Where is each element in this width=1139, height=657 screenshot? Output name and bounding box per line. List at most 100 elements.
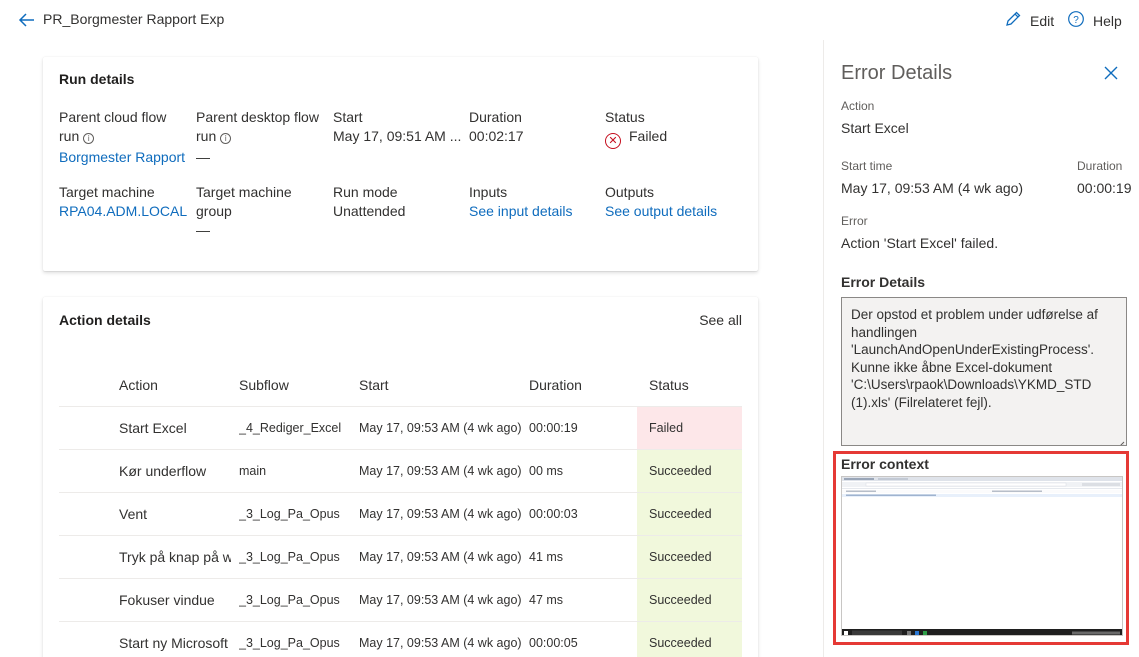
parent-desktop-flow-value: —	[196, 149, 210, 165]
table-row[interactable]: Tryk på knap på w _3_Log_Pa_Opus May 17,…	[59, 535, 742, 578]
error-details-panel: Error Details Action Start Excel Start t…	[823, 40, 1139, 657]
status-value: Failed	[629, 128, 668, 144]
action-cell: Fokuser vindue	[119, 592, 215, 608]
edit-button[interactable]: Edit	[1004, 10, 1054, 31]
duration-cell: 00:00:19	[529, 421, 578, 435]
table-row[interactable]: Start ny Microsoft _3_Log_Pa_Opus May 17…	[59, 621, 742, 657]
action-cell: Start ny Microsoft	[119, 635, 228, 651]
action-cell: Tryk på knap på w	[119, 549, 231, 565]
table-row[interactable]: Fokuser vindue _3_Log_Pa_Opus May 17, 09…	[59, 578, 742, 621]
target-machine-group-label: Target machine group	[196, 184, 292, 219]
subflow-cell: _3_Log_Pa_Opus	[239, 593, 340, 607]
help-button[interactable]: ? Help	[1067, 10, 1122, 31]
back-arrow-icon[interactable]	[17, 10, 37, 30]
start-cell: May 17, 09:53 AM (4 wk ago)	[359, 593, 522, 607]
target-machine-field: Target machine RPA04.ADM.LOCAL	[59, 183, 194, 221]
run-mode-field: Run mode Unattended	[333, 183, 468, 221]
parent-cloud-flow-label: Parent cloud flow run	[59, 109, 167, 144]
subflow-cell: _3_Log_Pa_Opus	[239, 636, 340, 650]
start-time-label: Start time	[841, 159, 893, 173]
status-badge: Succeeded	[637, 622, 742, 657]
error-value: Action 'Start Excel' failed.	[841, 235, 999, 251]
start-time-value: May 17, 09:53 AM (4 wk ago)	[841, 180, 1024, 196]
close-icon[interactable]	[1104, 66, 1118, 80]
start-cell: May 17, 09:53 AM (4 wk ago)	[359, 464, 522, 478]
parent-cloud-flow-link[interactable]: Borgmester Rapport	[59, 148, 189, 167]
duration-label: Duration	[469, 109, 522, 125]
action-cell: Vent	[119, 506, 148, 522]
panel-title: Error Details	[841, 62, 953, 84]
start-cell: May 17, 09:53 AM (4 wk ago)	[359, 636, 522, 650]
outputs-label: Outputs	[605, 184, 655, 200]
target-machine-group-field: Target machine group —	[196, 183, 306, 240]
subflow-cell: _3_Log_Pa_Opus	[239, 550, 340, 564]
table-row[interactable]: Vent _3_Log_Pa_Opus May 17, 09:53 AM (4 …	[59, 492, 742, 535]
start-field: Start May 17, 09:51 AM ...	[333, 108, 468, 146]
help-icon: ?	[1067, 10, 1085, 31]
status-badge: Failed	[637, 407, 742, 449]
svg-text:?: ?	[1073, 15, 1079, 26]
status-badge: Succeeded	[637, 536, 742, 578]
duration-cell: 47 ms	[529, 593, 564, 607]
target-machine-label: Target machine	[59, 184, 155, 200]
failed-status-icon: ✕	[605, 133, 621, 149]
run-mode-value: Unattended	[333, 203, 406, 219]
run-details-card: Run details Parent cloud flow run i Borgm…	[43, 57, 758, 271]
duration-value: 00:00:19	[1077, 180, 1132, 196]
info-icon[interactable]: i	[220, 133, 232, 144]
target-machine-group-value: —	[196, 222, 210, 238]
column-header-action[interactable]: Action	[119, 377, 158, 393]
start-label: Start	[333, 109, 363, 125]
action-details-title: Action details	[59, 312, 151, 328]
top-bar: PR_Borgmester Rapport Exp Edit ? Help	[0, 0, 1139, 40]
table-row[interactable]: Start Excel _4_Rediger_Excel May 17, 09:…	[59, 406, 742, 449]
table-row[interactable]: Kør underflow main May 17, 09:53 AM (4 w…	[59, 449, 742, 492]
start-cell: May 17, 09:53 AM (4 wk ago)	[359, 421, 522, 435]
action-label: Action	[841, 99, 875, 113]
error-details-heading: Error Details	[841, 274, 926, 290]
inputs-label: Inputs	[469, 184, 508, 200]
error-details-textarea[interactable]: Der opstod et problem under udførelse af…	[841, 297, 1127, 446]
status-badge: Succeeded	[637, 579, 742, 621]
see-output-details-link[interactable]: See output details	[605, 202, 740, 221]
help-label: Help	[1093, 12, 1122, 29]
target-machine-link[interactable]: RPA04.ADM.LOCAL	[59, 202, 194, 221]
parent-desktop-flow-label: Parent desktop flow run	[196, 109, 319, 144]
column-header-status[interactable]: Status	[649, 377, 689, 393]
error-context-highlight: Error context	[833, 451, 1129, 645]
info-icon[interactable]: i	[83, 133, 95, 144]
see-input-details-link[interactable]: See input details	[469, 202, 604, 221]
outputs-field: Outputs See output details	[605, 183, 740, 221]
edit-label: Edit	[1030, 12, 1055, 29]
pencil-icon	[1004, 10, 1022, 31]
action-cell: Start Excel	[119, 420, 187, 436]
run-details-title: Run details	[59, 71, 135, 87]
subflow-cell: _3_Log_Pa_Opus	[239, 507, 340, 521]
start-cell: May 17, 09:53 AM (4 wk ago)	[359, 507, 522, 521]
start-cell: May 17, 09:53 AM (4 wk ago)	[359, 550, 522, 564]
error-context-heading: Error context	[841, 456, 929, 472]
duration-cell: 41 ms	[529, 550, 564, 564]
status-badge: Succeeded	[637, 493, 742, 535]
inputs-field: Inputs See input details	[469, 183, 604, 221]
status-label: Status	[605, 109, 645, 125]
resize-handle-icon[interactable]	[1117, 436, 1125, 445]
parent-desktop-flow-field: Parent desktop flow run i —	[196, 108, 328, 167]
parent-cloud-flow-field: Parent cloud flow run i Borgmester Rappor…	[59, 108, 189, 167]
action-details-card: Action details See all Action Subflow St…	[43, 297, 758, 657]
column-header-start[interactable]: Start	[359, 377, 389, 393]
error-context-screenshot[interactable]	[841, 476, 1123, 636]
page-title: PR_Borgmester Rapport Exp	[43, 11, 225, 27]
column-header-duration[interactable]: Duration	[529, 377, 582, 393]
start-value: May 17, 09:51 AM ...	[333, 128, 462, 144]
duration-field: Duration 00:02:17	[469, 108, 604, 146]
error-details-text: Der opstod et problem under udførelse af…	[851, 307, 1098, 410]
subflow-cell: _4_Rediger_Excel	[239, 421, 342, 435]
duration-label: Duration	[1077, 159, 1123, 173]
duration-cell: 00:00:03	[529, 507, 578, 521]
error-label: Error	[841, 214, 868, 228]
see-all-link[interactable]: See all	[699, 312, 742, 328]
column-header-subflow[interactable]: Subflow	[239, 377, 289, 393]
action-value: Start Excel	[841, 120, 909, 136]
status-field: Status ✕ Failed	[605, 108, 740, 149]
